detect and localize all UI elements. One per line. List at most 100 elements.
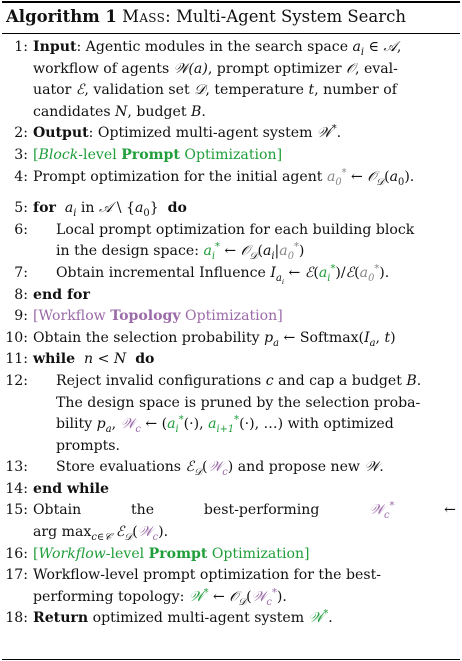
line-text: and cap a budget — [273, 372, 407, 389]
line-number: 10: — [5, 329, 28, 346]
algorithm-caption: Algorithm 1 Mass: Multi-Agent System Sea… — [6, 6, 406, 28]
input-keyword: Input — [33, 39, 77, 55]
workflow-level-comment: [Workflow-level Prompt Optimization] — [33, 545, 310, 562]
line-6-cont: in the design space: ai* ← 𝒪𝒟(ai|a0*) — [56, 241, 305, 263]
line-number: 11: — [5, 351, 28, 368]
line-15-cont: arg maxc∈𝒞 ℰ𝒟(𝒲c). — [33, 524, 169, 543]
line-text: Prompt — [148, 545, 208, 562]
line-number: 16: — [5, 545, 28, 562]
do-keyword: do — [135, 351, 155, 368]
line-number: 9: — [14, 308, 28, 325]
line-text: in — [80, 200, 95, 217]
line-text: -level — [105, 545, 149, 562]
line-text: Obtain — [33, 502, 82, 519]
caption-rule — [2, 33, 460, 34]
line-12: 12: Reject invalid configurations c and … — [0, 371, 462, 393]
line-text: , eval- — [355, 60, 398, 77]
line-8: 8: end for — [0, 285, 462, 307]
line-10: 10: Obtain the selection probability pa … — [0, 328, 462, 350]
line-text: bility — [56, 416, 97, 433]
line-text: Topology — [110, 308, 181, 325]
line-text: performing topology: — [33, 588, 189, 605]
line-text: Optimization] — [207, 545, 310, 562]
algorithm-name: Mass — [122, 7, 166, 26]
algorithm-title: : Multi-Agent System Search — [165, 7, 407, 26]
line-14: 14: end while — [0, 479, 462, 501]
top-rule — [2, 1, 460, 3]
line-text: Optimization] — [180, 308, 283, 325]
line-number: 3: — [14, 146, 28, 163]
line-text: , budget — [127, 103, 191, 120]
line-text: , prompt optimizer — [207, 60, 347, 77]
line-4: 4: Prompt optimization for the initial a… — [0, 167, 462, 189]
line-1-cont-c: candidates N, budget B. — [33, 103, 206, 120]
line-text: and propose new — [233, 459, 365, 476]
line-5: 5: for ai in 𝒜 \ {a0} do — [0, 198, 462, 220]
line-number: 1: — [14, 39, 28, 55]
line-text: , validation set — [84, 82, 195, 99]
line-17: 17: Workflow-level prompt optimization f… — [0, 565, 462, 587]
line-number: 5: — [14, 200, 28, 217]
line-18: 18: Return optimized multi-agent system … — [0, 608, 462, 630]
line-text: -level — [78, 146, 122, 163]
line-12-cont-a: The design space is pruned by the select… — [0, 393, 462, 415]
line-12-cont-c: prompts. — [0, 436, 462, 458]
return-keyword: Return — [33, 610, 89, 627]
line-text: Workflow — [38, 545, 106, 562]
line-6: 6: Local prompt optimization for each bu… — [0, 220, 462, 242]
line-11: 11: while n < N do — [0, 349, 462, 371]
block-level-comment: [Block-level Prompt Optimization] — [33, 146, 283, 163]
line-text: best-performing — [203, 502, 320, 519]
for-keyword: for — [33, 200, 56, 217]
line-text: , temperature — [205, 82, 309, 99]
algorithm-body: 1: Input: Agentic modules in the search … — [0, 37, 462, 630]
algorithm-block: Algorithm 1 Mass: Multi-Agent System Sea… — [0, 0, 462, 661]
line-16: 16: [Workflow-level Prompt Optimization] — [0, 544, 462, 566]
line-number: 8: — [14, 286, 28, 303]
line-15: 15: Obtain the best-performing 𝒲c* ← — [0, 500, 462, 522]
line-text: The design space is pruned by the select… — [56, 394, 421, 411]
line-text: Obtain incremental Influence — [56, 264, 271, 281]
line-text: Block — [38, 146, 79, 163]
line-text: workflow of agents — [33, 60, 174, 77]
line-text: : Optimized multi-agent system — [88, 125, 317, 142]
line-text: optimized multi-agent system — [88, 610, 309, 627]
line-text: Optimization] — [179, 146, 283, 163]
line-text: the — [131, 502, 155, 519]
end-for-keyword: end for — [33, 286, 90, 303]
do-keyword: do — [167, 200, 187, 217]
line-number: 6: — [14, 221, 28, 238]
line-text: Local prompt optimization for each build… — [56, 221, 415, 238]
line-3: 3: [Block-level Prompt Optimization] — [0, 145, 462, 167]
algorithm-label: Algorithm 1 — [6, 7, 117, 26]
line-17-cont: performing topology: 𝒲* ← 𝒪𝒟(𝒲c*). — [33, 587, 287, 608]
line-number: 4: — [14, 168, 28, 185]
line-text: Prompt — [121, 146, 180, 163]
line-1: 1: Input: Agentic modules in the search … — [0, 37, 462, 59]
line-text: Obtain the selection probability — [33, 329, 265, 346]
while-keyword: while — [33, 351, 76, 368]
line-9: 9: [Workflow Topology Optimization] — [0, 306, 462, 328]
line-text: uator — [33, 82, 76, 99]
line-number: 15: — [5, 502, 28, 519]
line-12-cont-b: bility pa, 𝒲c ← (ai*(·), ai+1*(·), …) wi… — [56, 414, 394, 435]
line-text: candidates — [33, 103, 116, 120]
line-number: 7: — [14, 264, 28, 281]
line-text: Store evaluations — [56, 459, 186, 476]
line-7: 7: Obtain incremental Influence Iai ← ℰ(… — [0, 263, 462, 285]
workflow-topology-comment: [Workflow Topology Optimization] — [33, 306, 283, 328]
line-number: 17: — [5, 567, 28, 584]
line-number: 18: — [5, 610, 28, 627]
line-number: 14: — [5, 480, 28, 497]
output-keyword: Output — [33, 125, 89, 142]
line-1-cont-a: workflow of agents 𝒲(a), prompt optimize… — [33, 60, 398, 77]
line-number: 13: — [5, 459, 28, 476]
line-text: Reject invalid configurations — [56, 372, 266, 389]
line-text: Prompt optimization for the initial agen… — [33, 168, 327, 185]
end-while-keyword: end while — [33, 480, 110, 497]
line-number: 2: — [14, 125, 28, 142]
line-text: with optimized — [283, 416, 394, 433]
line-number: 12: — [5, 372, 28, 389]
line-text: [Workflow — [33, 308, 111, 325]
